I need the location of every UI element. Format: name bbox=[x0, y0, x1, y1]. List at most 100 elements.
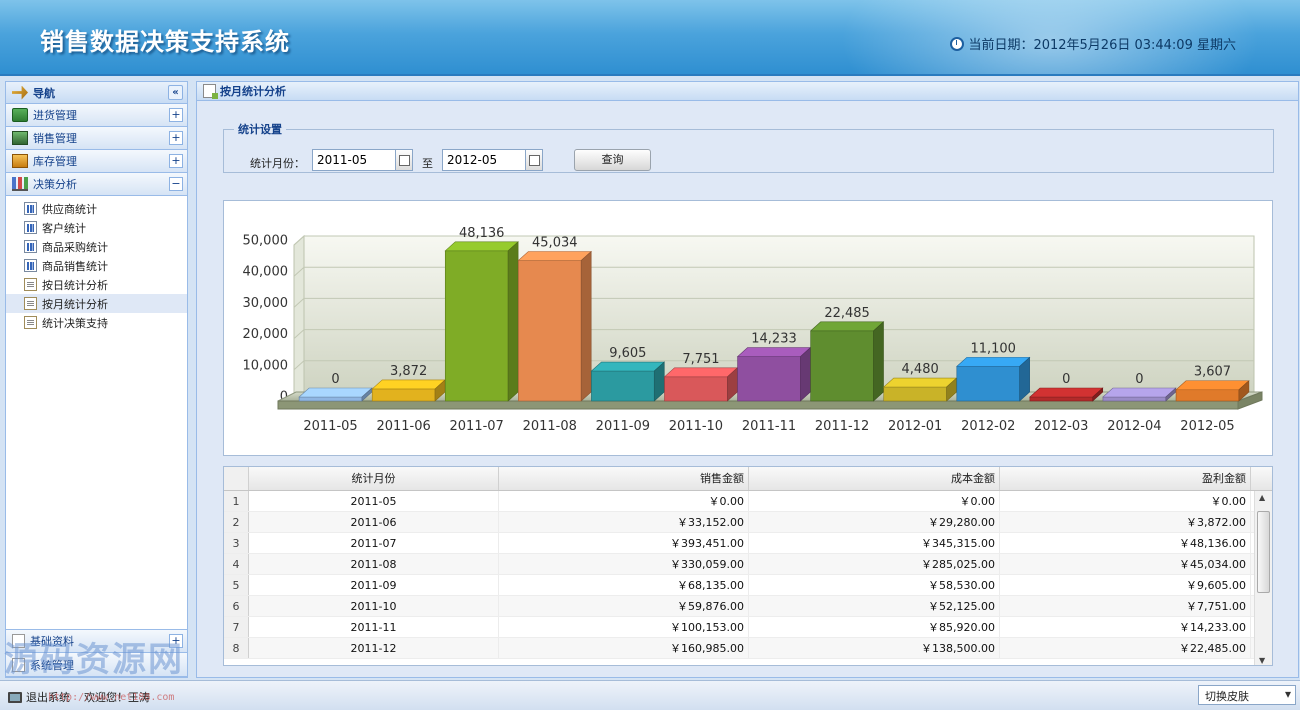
bar-top bbox=[1029, 387, 1104, 398]
bar-value-label: 0 bbox=[1135, 372, 1143, 387]
monthly-profit-chart: 0 10,000 20,000 30,000 40,000 50,000 0 2011-05 3… bbox=[223, 200, 1273, 456]
bar-chart-icon bbox=[24, 240, 37, 253]
bar-top bbox=[371, 379, 446, 390]
table-row[interactable]: 4 2011-08 ￥330,059.00 ￥285,025.00 ￥45,034.00 bbox=[224, 554, 1272, 575]
bar-value-label: 0 bbox=[331, 372, 339, 387]
row-number: 4 bbox=[224, 554, 249, 574]
row-number-header bbox=[224, 467, 249, 490]
stats-settings-fieldset: 统计设置 统计月份： 至 查询 bbox=[223, 121, 1274, 173]
app-header: 销售数据决策支持系统 当前日期：2012年5月26日 03:44:09 星期六 bbox=[0, 0, 1300, 76]
bar-value-label: 3,607 bbox=[1194, 365, 1231, 380]
x-tick-label: 2012-02 bbox=[961, 419, 1015, 434]
scroll-thumb[interactable] bbox=[1257, 511, 1270, 593]
tree-item-customer-stats[interactable]: 客户统计 bbox=[6, 218, 187, 237]
bar-value-label: 7,751 bbox=[682, 352, 719, 367]
x-tick-label: 2011-07 bbox=[450, 419, 504, 434]
nav-section-decision[interactable]: 决策分析 − bbox=[6, 173, 187, 196]
cell-sales: ￥100,153.00 bbox=[499, 617, 749, 637]
tree-item-decision-support[interactable]: 统计决策支持 bbox=[6, 313, 187, 332]
row-number: 5 bbox=[224, 575, 249, 595]
bar-front bbox=[1029, 396, 1094, 402]
query-button[interactable]: 查询 bbox=[574, 149, 651, 171]
table-row[interactable]: 2 2011-06 ￥33,152.00 ￥29,280.00 ￥3,872.00 bbox=[224, 512, 1272, 533]
table-row[interactable]: 1 2011-05 ￥0.00 ￥0.00 ￥0.00 bbox=[224, 491, 1272, 512]
cell-cost: ￥29,280.00 bbox=[749, 512, 1000, 532]
end-month-input[interactable] bbox=[442, 149, 526, 171]
bar-top bbox=[663, 367, 739, 378]
cell-profit: ￥22,485.00 bbox=[1000, 638, 1251, 658]
current-date-text: 当前日期：2012年5月26日 03:44:09 星期六 bbox=[968, 38, 1236, 53]
nav-panel: 导航 « 进货管理 + 销售管理 + 库存管理 + 决策分析 − 供应商统计 客… bbox=[5, 81, 188, 678]
table-row[interactable]: 3 2011-07 ￥393,451.00 ￥345,315.00 ￥48,136.00 bbox=[224, 533, 1272, 554]
purchase-icon bbox=[12, 108, 28, 122]
scroll-down-icon[interactable]: ▼ bbox=[1259, 656, 1265, 665]
bar-top bbox=[1175, 380, 1250, 391]
tree-item-daily-analysis[interactable]: 按日统计分析 bbox=[6, 275, 187, 294]
nav-section-purchase[interactable]: 进货管理 + bbox=[6, 104, 187, 127]
grid-scrollbar[interactable]: ▲ ▼ bbox=[1254, 491, 1272, 665]
tree-item-supplier-stats[interactable]: 供应商统计 bbox=[6, 199, 187, 218]
table-row[interactable]: 8 2011-12 ￥160,985.00 ￥138,500.00 ￥22,485.00 bbox=[224, 638, 1272, 659]
col-month-header[interactable]: 统计月份 bbox=[249, 467, 499, 490]
col-cost-header[interactable]: 成本金额 bbox=[749, 467, 1000, 490]
basic-data-icon bbox=[12, 634, 25, 648]
x-tick-label: 2011-10 bbox=[669, 419, 723, 434]
end-calendar-icon[interactable] bbox=[526, 149, 543, 171]
expand-toggle[interactable]: + bbox=[169, 634, 183, 648]
y-tick-label: 20,000 bbox=[243, 327, 289, 342]
cell-profit: ￥45,034.00 bbox=[1000, 554, 1251, 574]
scroll-up-icon[interactable]: ▲ bbox=[1259, 493, 1265, 502]
cell-month: 2011-06 bbox=[249, 512, 499, 532]
collapse-nav-button[interactable]: « bbox=[168, 85, 183, 100]
nav-section-inventory[interactable]: 库存管理 + bbox=[6, 150, 187, 173]
bar-front bbox=[956, 366, 1020, 402]
table-row[interactable]: 7 2011-11 ￥100,153.00 ￥85,920.00 ￥14,233.00 bbox=[224, 617, 1272, 638]
chart-floor-front bbox=[277, 400, 1239, 410]
start-month-input[interactable] bbox=[312, 149, 396, 171]
x-tick-label: 2011-06 bbox=[376, 419, 430, 434]
exit-label: 退出系统 bbox=[26, 691, 70, 704]
bar-front bbox=[664, 376, 728, 402]
tree-item-purchase-stats[interactable]: 商品采购统计 bbox=[6, 237, 187, 256]
cell-cost: ￥52,125.00 bbox=[749, 596, 1000, 616]
row-number: 3 bbox=[224, 533, 249, 553]
clock-icon bbox=[950, 36, 965, 51]
table-row[interactable]: 6 2011-10 ￥59,876.00 ￥52,125.00 ￥7,751.00 bbox=[224, 596, 1272, 617]
system-icon bbox=[12, 657, 25, 672]
cell-month: 2011-05 bbox=[249, 491, 499, 511]
row-number: 7 bbox=[224, 617, 249, 637]
nav-section-label: 进货管理 bbox=[33, 109, 77, 122]
bar-chart-icon bbox=[24, 202, 37, 215]
cell-cost: ￥345,315.00 bbox=[749, 533, 1000, 553]
tree-item-monthly-analysis[interactable]: 按月统计分析 bbox=[6, 294, 187, 313]
bar-front bbox=[518, 260, 582, 402]
start-calendar-icon[interactable] bbox=[396, 149, 413, 171]
collapse-toggle[interactable]: − bbox=[169, 177, 183, 191]
bar-top bbox=[736, 347, 812, 357]
current-date: 当前日期：2012年5月26日 03:44:09 星期六 bbox=[950, 34, 1236, 53]
skin-switch-select[interactable]: 切换皮肤 bbox=[1198, 685, 1296, 705]
cell-cost: ￥85,920.00 bbox=[749, 617, 1000, 637]
cell-cost: ￥58,530.00 bbox=[749, 575, 1000, 595]
cell-profit: ￥0.00 bbox=[1000, 491, 1251, 511]
exit-system-link[interactable]: 退出系统 bbox=[8, 689, 70, 705]
settings-row: 统计月份： 至 查询 bbox=[224, 149, 1273, 175]
bar-front bbox=[371, 388, 436, 402]
cell-month: 2011-10 bbox=[249, 596, 499, 616]
col-sales-header[interactable]: 销售金额 bbox=[499, 467, 749, 490]
bar-front bbox=[444, 250, 509, 402]
tree-item-label: 按月统计分析 bbox=[42, 297, 108, 311]
bar-top bbox=[956, 357, 1031, 367]
settings-legend: 统计设置 bbox=[238, 123, 282, 136]
table-row[interactable]: 5 2011-09 ￥68,135.00 ￥58,530.00 ￥9,605.00 bbox=[224, 575, 1272, 596]
expand-toggle[interactable]: + bbox=[169, 108, 183, 122]
expand-toggle[interactable]: + bbox=[169, 131, 183, 145]
col-profit-header[interactable]: 盈利金额 bbox=[1000, 467, 1251, 490]
page-icon bbox=[203, 84, 218, 99]
nav-section-basic-data[interactable]: 基础资料 + bbox=[6, 629, 187, 653]
row-number: 8 bbox=[224, 638, 249, 658]
tree-item-sales-stats[interactable]: 商品销售统计 bbox=[6, 256, 187, 275]
expand-toggle[interactable]: + bbox=[169, 154, 183, 168]
nav-section-sales[interactable]: 销售管理 + bbox=[6, 127, 187, 150]
nav-section-system[interactable]: 系统管理 bbox=[6, 653, 187, 677]
